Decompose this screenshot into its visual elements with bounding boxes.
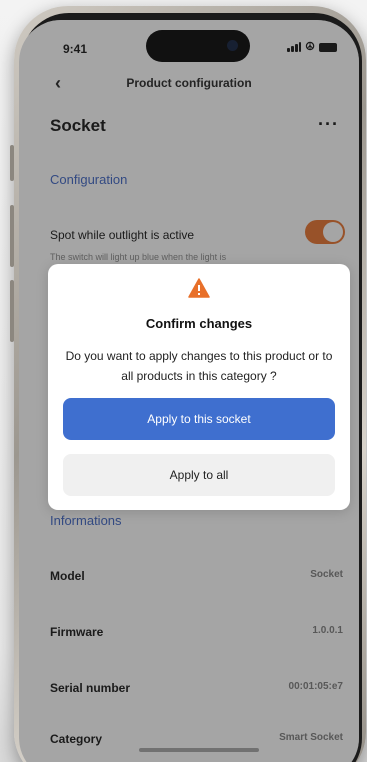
side-button: [10, 145, 14, 181]
app-screen: 9:41 ☮ ‹ Product configuration Socket ··…: [19, 20, 359, 762]
side-button: [10, 280, 14, 342]
apply-to-socket-button[interactable]: Apply to this socket: [63, 398, 335, 440]
dialog-message: Do you want to apply changes to this pro…: [65, 349, 333, 383]
apply-to-all-button[interactable]: Apply to all: [63, 454, 335, 496]
side-button: [10, 205, 14, 267]
warning-icon: [48, 278, 350, 298]
stage: 9:41 ☮ ‹ Product configuration Socket ··…: [0, 0, 367, 762]
confirm-dialog: Confirm changes Do you want to apply cha…: [48, 264, 350, 510]
dialog-title: Confirm changes: [145, 316, 253, 331]
